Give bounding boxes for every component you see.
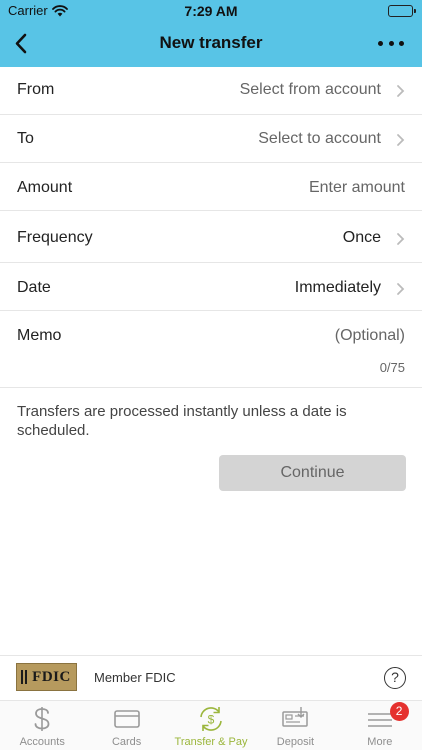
more-options-button[interactable] xyxy=(378,36,404,50)
chevron-right-icon xyxy=(397,85,405,97)
amount-input[interactable]: Enter amount xyxy=(309,179,405,197)
tab-label: Deposit xyxy=(276,736,315,748)
continue-button[interactable]: Continue xyxy=(219,455,406,491)
tab-cards[interactable]: Cards xyxy=(84,701,168,750)
amount-label: Amount xyxy=(17,179,73,196)
svg-text:$: $ xyxy=(208,713,215,727)
status-bar: Carrier 7:29 AM xyxy=(0,0,422,22)
fdic-footer: FDIC Member FDIC ? xyxy=(0,655,422,701)
chevron-right-icon xyxy=(397,233,405,245)
frequency-value: Once xyxy=(342,229,381,246)
help-button[interactable]: ? xyxy=(384,667,406,689)
memo-character-counter: 0/75 xyxy=(379,360,405,375)
frequency-row[interactable]: Frequency Once xyxy=(0,211,422,263)
chevron-right-icon xyxy=(397,283,405,295)
tab-accounts[interactable]: Accounts xyxy=(0,701,84,750)
tab-label: Accounts xyxy=(19,736,65,748)
tab-deposit[interactable]: Deposit xyxy=(253,701,337,750)
notification-badge: 2 xyxy=(389,702,409,721)
amount-row[interactable]: Amount Enter amount xyxy=(0,163,422,211)
frequency-label: Frequency xyxy=(17,229,93,246)
dot-icon xyxy=(378,40,383,46)
date-row[interactable]: Date Immediately xyxy=(0,263,422,311)
to-account-row[interactable]: To Select to account xyxy=(0,115,422,163)
dollar-icon xyxy=(34,707,50,731)
app-header: Carrier 7:29 AM New transfer xyxy=(0,0,422,67)
fdic-logo-text: FDIC xyxy=(32,669,71,685)
status-time: 7:29 AM xyxy=(184,3,238,19)
to-label: To xyxy=(17,130,34,147)
memo-input[interactable]: (Optional) xyxy=(335,327,405,345)
to-account-value: Select to account xyxy=(258,130,381,147)
transfer-icon: $ xyxy=(200,707,222,731)
from-label: From xyxy=(17,81,55,98)
date-value: Immediately xyxy=(294,279,381,296)
member-fdic-text: Member FDIC xyxy=(94,670,176,685)
transfer-info-text: Transfers are processed instantly unless… xyxy=(17,403,347,439)
battery-icon xyxy=(388,5,416,17)
check-deposit-icon xyxy=(282,707,309,727)
memo-label: Memo xyxy=(17,327,62,344)
date-label: Date xyxy=(17,279,51,296)
dot-icon xyxy=(388,40,394,46)
chevron-right-icon xyxy=(397,134,405,146)
from-account-row[interactable]: From Select from account xyxy=(0,67,422,115)
memo-row[interactable]: Memo (Optional) 0/75 xyxy=(0,311,422,388)
tab-label: Cards xyxy=(111,736,142,748)
page-title: New transfer xyxy=(159,33,263,52)
tab-label: More xyxy=(367,736,393,748)
dot-icon xyxy=(399,40,404,46)
from-account-value: Select from account xyxy=(239,81,381,98)
tab-label: Transfer & Pay xyxy=(174,736,248,748)
tab-transfer-pay[interactable]: $ Transfer & Pay xyxy=(169,701,253,750)
card-icon xyxy=(113,710,140,728)
tab-bar: Accounts Cards $ Transfer & Pay Deposit xyxy=(0,701,422,750)
tab-more[interactable]: 2 More xyxy=(338,701,422,750)
fdic-logo: FDIC xyxy=(16,663,77,691)
